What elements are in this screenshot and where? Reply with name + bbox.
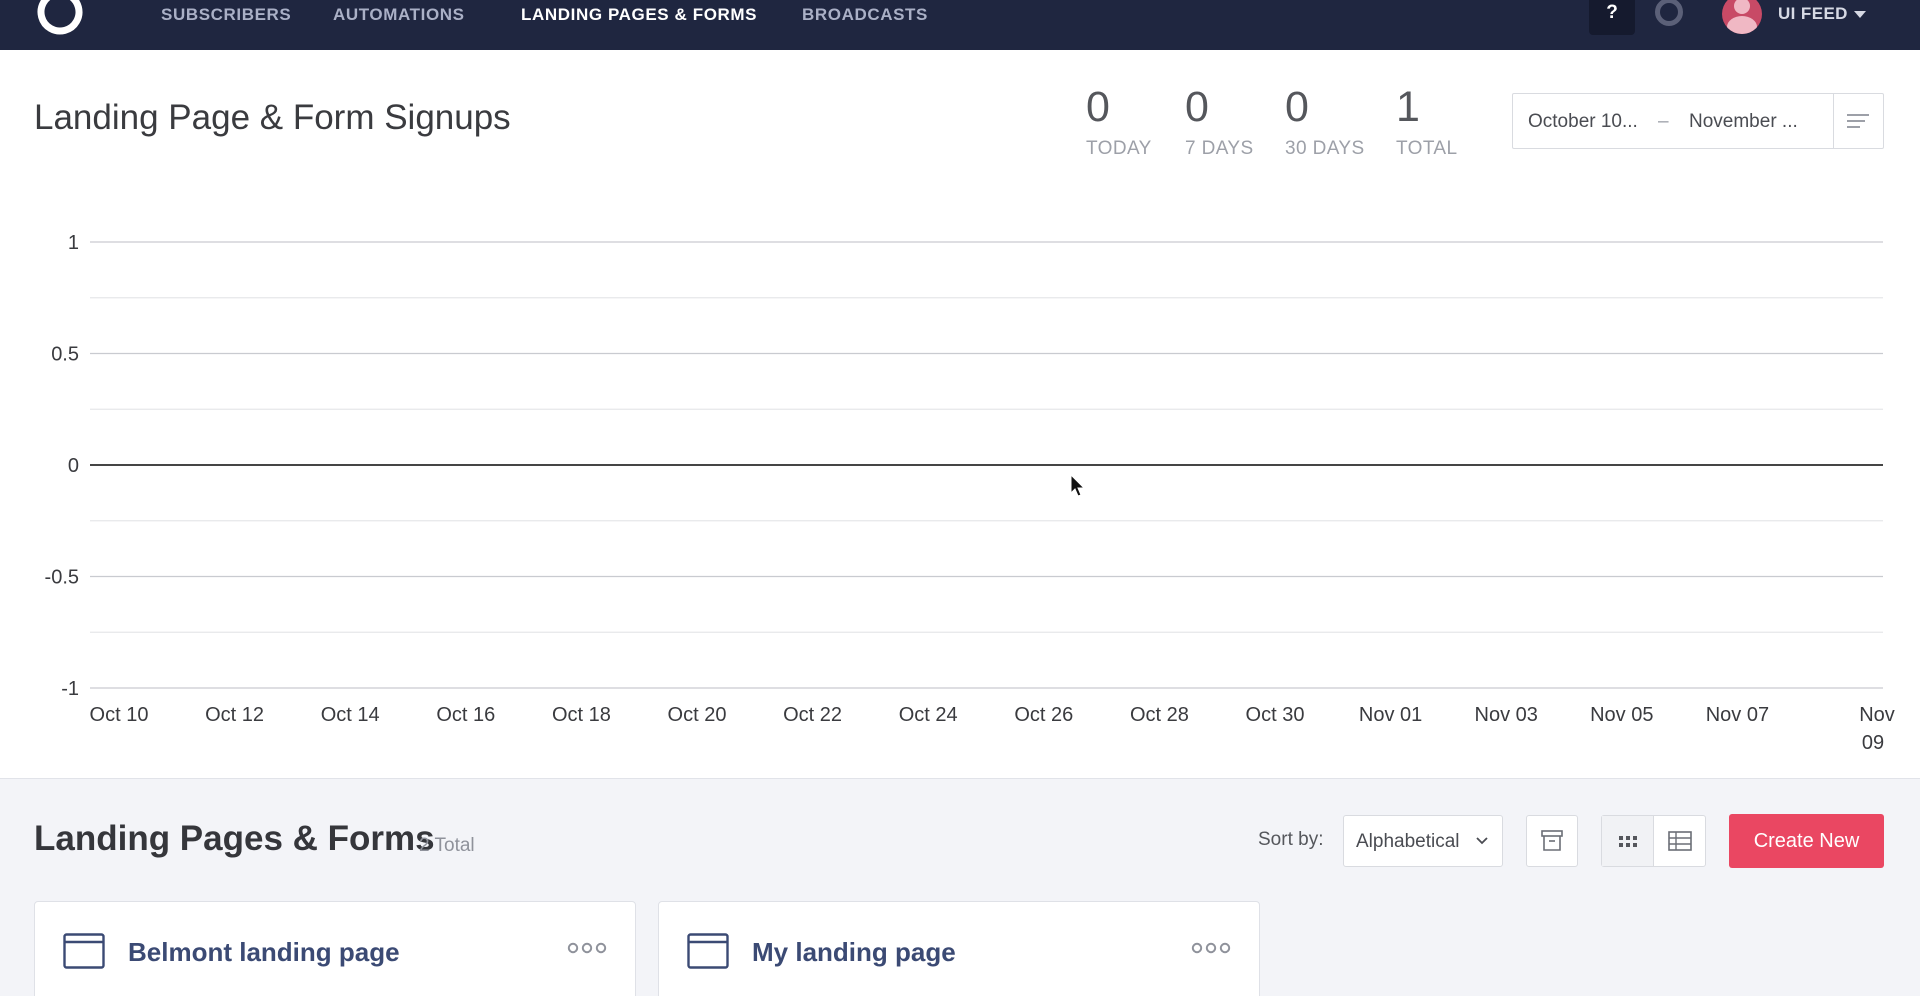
browser-window-icon	[63, 933, 105, 969]
nav-subscribers[interactable]: SUBSCRIBERS	[161, 5, 291, 25]
signups-chart: 1 0.5 0 -0.5 -1 Oct 10 Oct 12 Oct 14 Oct 16 Oct 1…	[0, 180, 1920, 770]
date-end-input[interactable]: November ...	[1689, 111, 1798, 133]
nav-broadcasts[interactable]: BROADCASTS	[802, 5, 928, 25]
y-tick-label: 1	[68, 232, 79, 254]
x-tick-label: Oct 12	[205, 704, 264, 726]
x-tick-label: Oct 24	[899, 704, 958, 726]
x-tick-label: Nov 03	[1475, 704, 1538, 726]
section-count: 2 Total	[419, 835, 475, 856]
mouse-cursor-icon	[1070, 474, 1086, 497]
top-nav: SUBSCRIBERS AUTOMATIONS LANDING PAGES & …	[0, 0, 1920, 50]
stat-value: 0	[1086, 83, 1110, 131]
table-icon	[1668, 831, 1692, 851]
x-tick-label: Oct 30	[1246, 704, 1305, 726]
browser-window-icon	[687, 933, 729, 969]
x-tick-label: Nov 05	[1590, 704, 1653, 726]
stat-value: 1	[1396, 83, 1420, 131]
x-tick-label: Oct 14	[321, 704, 380, 726]
create-new-button[interactable]: Create New	[1729, 814, 1884, 868]
stat-value: 0	[1285, 83, 1309, 131]
card-title[interactable]: Belmont landing page	[128, 937, 400, 968]
y-tick-label: 0.5	[51, 344, 79, 366]
nav-landing-pages-forms[interactable]: LANDING PAGES & FORMS	[521, 5, 757, 25]
sort-select[interactable]: Alphabetical	[1343, 815, 1503, 867]
grid-icon	[1619, 836, 1637, 847]
x-tick-label: Oct 10	[90, 704, 149, 726]
stat-7-days: 0 7 DAYS	[1185, 84, 1254, 160]
landing-pages-section: Landing Pages & Forms 2 Total Sort by: A…	[0, 778, 1920, 996]
x-tick-label: Nov 01	[1359, 704, 1422, 726]
avatar[interactable]	[1722, 0, 1762, 34]
x-tick-label: Oct 28	[1130, 704, 1189, 726]
logo-icon[interactable]	[34, 0, 86, 38]
stat-label: TODAY	[1086, 138, 1152, 159]
nav-automations[interactable]: AUTOMATIONS	[333, 5, 465, 25]
y-tick-label: -1	[61, 678, 79, 700]
y-tick-label: -0.5	[45, 567, 79, 589]
caret-down-icon	[1853, 11, 1866, 19]
date-range-picker: October 10... – November ...	[1512, 93, 1884, 149]
y-tick-label: 0	[68, 455, 79, 477]
sort-label: Sort by:	[1258, 829, 1324, 850]
filter-button[interactable]	[1833, 94, 1883, 148]
stat-30-days: 0 30 DAYS	[1285, 84, 1365, 160]
stat-total: 1 TOTAL	[1396, 84, 1457, 160]
chart-svg: 1 0.5 0 -0.5 -1 Oct 10 Oct 12 Oct 14 Oct 16 Oct 1…	[45, 232, 1895, 754]
x-tick-label: Oct 26	[1014, 704, 1073, 726]
loading-ring-icon	[1655, 0, 1683, 26]
user-menu[interactable]: UI FEED	[1778, 4, 1866, 24]
date-start-input[interactable]: October 10...	[1528, 111, 1638, 133]
user-name: UI FEED	[1778, 4, 1848, 23]
section-title: Landing Pages & Forms	[34, 819, 435, 858]
stat-label: 7 DAYS	[1185, 138, 1254, 159]
x-tick-label: Oct 22	[783, 704, 842, 726]
sort-value: Alphabetical	[1356, 831, 1460, 852]
grid-view-button[interactable]	[1602, 816, 1654, 866]
more-options-icon[interactable]	[567, 942, 607, 954]
view-toggle	[1601, 815, 1706, 867]
x-tick-label: Oct 16	[436, 704, 495, 726]
archive-icon	[1541, 830, 1563, 851]
x-tick-label: Oct 20	[668, 704, 727, 726]
chevron-down-icon	[1476, 837, 1488, 845]
stat-value: 0	[1185, 83, 1209, 131]
page-title: Landing Page & Form Signups	[34, 98, 511, 137]
table-view-button[interactable]	[1654, 816, 1706, 866]
stat-label: TOTAL	[1396, 138, 1458, 159]
landing-page-card[interactable]: Belmont landing page	[34, 901, 636, 996]
x-tick-label: Oct 18	[552, 704, 611, 726]
card-title[interactable]: My landing page	[752, 937, 956, 968]
filter-lines-icon	[1847, 114, 1869, 128]
more-options-icon[interactable]	[1191, 942, 1231, 954]
date-separator: –	[1658, 111, 1669, 132]
x-tick-label: Nov 07	[1706, 704, 1769, 726]
x-tick-label: Nov 09	[1859, 704, 1895, 754]
stat-today: 0 TODAY	[1086, 84, 1152, 160]
landing-page-card[interactable]: My landing page	[658, 901, 1260, 996]
help-button[interactable]: ?	[1589, 0, 1635, 35]
stat-label: 30 DAYS	[1285, 138, 1365, 159]
archive-button[interactable]	[1526, 815, 1578, 867]
